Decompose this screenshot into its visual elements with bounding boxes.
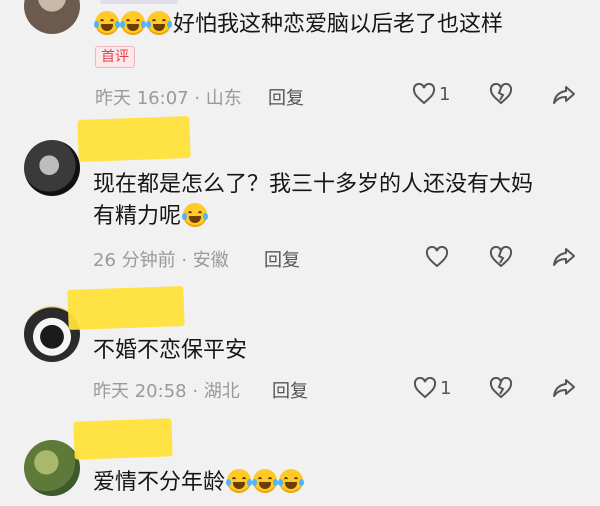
heart-outline-icon (412, 83, 436, 105)
username-redaction (77, 116, 191, 162)
comment-text-content: 好怕我这种恋爱脑以后老了也这样 (173, 12, 504, 37)
laugh-cry-emoji-icon (278, 469, 305, 493)
like-button[interactable]: 1 (412, 83, 450, 105)
broken-heart-icon (489, 377, 513, 399)
comment-text-content: 有精力呢 (93, 204, 182, 229)
username-redaction (100, 0, 178, 4)
broken-heart-icon (489, 83, 513, 105)
share-button[interactable] (552, 84, 576, 106)
comment-text: 有精力呢 (93, 202, 209, 232)
share-arrow-icon (553, 248, 575, 266)
comment-time-location: 26 分钟前 · 安徽 (93, 250, 229, 271)
broken-heart-icon (489, 246, 513, 268)
laugh-cry-emoji-icon (94, 11, 120, 35)
share-button[interactable] (552, 246, 576, 268)
comment-time-location: 昨天 20:58 · 湖北 (93, 381, 240, 402)
reply-button[interactable]: 回复 (264, 246, 300, 272)
comment-text: 爱情不分年龄 (93, 468, 305, 498)
like-button[interactable]: 1 (413, 377, 451, 399)
laugh-cry-emoji-icon (252, 469, 279, 493)
reply-button[interactable]: 回复 (272, 377, 308, 403)
share-arrow-icon (553, 86, 575, 104)
laugh-cry-emoji-icon (182, 203, 209, 227)
share-arrow-icon (553, 379, 575, 397)
username-redaction (67, 285, 185, 331)
reply-button[interactable]: 回复 (268, 84, 304, 110)
comment-text-content: 爱情不分年龄 (93, 470, 226, 495)
like-button[interactable] (425, 246, 449, 268)
laugh-cry-emoji-icon (226, 469, 253, 493)
comment-text: 不婚不恋保平安 (93, 338, 248, 363)
laugh-cry-emoji-icon (146, 11, 172, 35)
dislike-button[interactable] (489, 377, 513, 399)
like-count: 1 (439, 83, 451, 105)
dislike-button[interactable] (489, 83, 513, 105)
comment-text: 好怕我这种恋爱脑以后老了也这样 (94, 10, 504, 40)
dislike-button[interactable] (489, 246, 513, 268)
like-count: 1 (440, 377, 452, 399)
avatar[interactable] (24, 140, 80, 196)
heart-outline-icon (425, 246, 449, 268)
first-comment-badge: 首评 (95, 46, 135, 68)
avatar[interactable] (24, 440, 80, 496)
share-button[interactable] (552, 377, 576, 399)
comment-text: 现在都是怎么了？我三十多岁的人还没有大妈 (93, 172, 534, 197)
comment-time-location: 昨天 16:07 · 山东 (95, 88, 242, 109)
laugh-cry-emoji-icon (120, 11, 146, 35)
avatar[interactable] (24, 0, 80, 34)
heart-outline-icon (413, 377, 437, 399)
username-redaction (73, 418, 173, 460)
